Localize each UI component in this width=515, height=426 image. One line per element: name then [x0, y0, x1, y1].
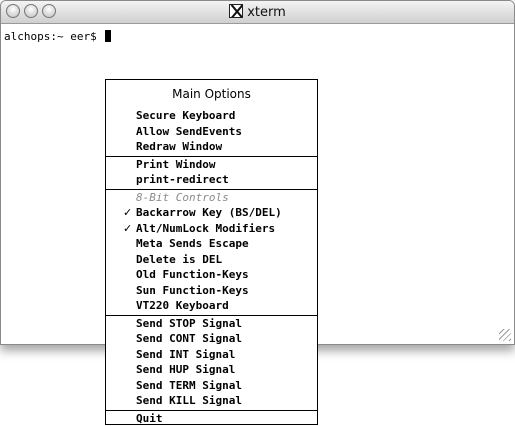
menu-item-label: 8-Bit Controls — [136, 191, 229, 204]
menu-item-send-term-signal[interactable]: Send TERM Signal — [106, 378, 317, 394]
menu-item-label: Sun Function-Keys — [136, 284, 249, 297]
menu-item-label: Old Function-Keys — [136, 268, 249, 281]
menu-item-delete-is-del[interactable]: Delete is DEL — [106, 252, 317, 268]
menu-item-backarrow-key-bs-del[interactable]: ✓ Backarrow Key (BS/DEL) — [106, 205, 317, 221]
menu-item-label: VT220 Keyboard — [136, 299, 229, 312]
menu-title: Main Options — [106, 80, 317, 108]
menu-item-label: Send TERM Signal — [136, 379, 242, 392]
menu-item-send-cont-signal[interactable]: Send CONT Signal — [106, 331, 317, 347]
menu-item-label: Send STOP Signal — [136, 317, 242, 330]
main-options-menu: Main Options Secure Keyboard Allow SendEv… — [105, 79, 318, 425]
menu-items: Secure Keyboard Allow SendEvents Redraw Wi… — [106, 108, 317, 426]
menu-item-secure-keyboard[interactable]: Secure Keyboard — [106, 108, 317, 124]
window-title-text: xterm — [247, 5, 286, 20]
menu-item-send-hup-signal[interactable]: Send HUP Signal — [106, 362, 317, 378]
menu-item-print-redirect[interactable]: print-redirect — [106, 172, 317, 188]
menu-item-send-stop-signal[interactable]: Send STOP Signal — [106, 316, 317, 332]
block-cursor — [105, 30, 111, 42]
menu-item-meta-sends-escape[interactable]: Meta Sends Escape — [106, 236, 317, 252]
menu-item-8-bit-controls: 8-Bit Controls — [106, 190, 317, 206]
menu-item-label: Send INT Signal — [136, 348, 235, 361]
menu-item-label: Print Window — [136, 158, 215, 171]
menu-item-label: Redraw Window — [136, 140, 222, 153]
menu-item-redraw-window[interactable]: Redraw Window — [106, 139, 317, 155]
menu-item-sun-function-keys[interactable]: Sun Function-Keys — [106, 283, 317, 299]
menu-item-vt220-keyboard[interactable]: VT220 Keyboard — [106, 298, 317, 314]
resize-grip-icon[interactable] — [499, 329, 511, 341]
menu-item-allow-sendevents[interactable]: Allow SendEvents — [106, 124, 317, 140]
menu-item-send-kill-signal[interactable]: Send KILL Signal — [106, 393, 317, 409]
menu-item-old-function-keys[interactable]: Old Function-Keys — [106, 267, 317, 283]
menu-item-label: print-redirect — [136, 173, 229, 186]
shell-prompt: alchops:~ eer$ — [4, 30, 97, 43]
title-bar[interactable]: xterm — [1, 1, 514, 24]
menu-item-label: Send KILL Signal — [136, 394, 242, 407]
shell-prompt-line: alchops:~ eer$ — [4, 30, 111, 43]
checkmark-icon: ✓ — [123, 205, 132, 221]
menu-item-label: Send HUP Signal — [136, 363, 235, 376]
menu-item-label: Send CONT Signal — [136, 332, 242, 345]
checkmark-icon: ✓ — [123, 221, 132, 237]
menu-item-label: Meta Sends Escape — [136, 237, 249, 250]
menu-item-label: Alt/NumLock Modifiers — [136, 222, 275, 235]
menu-item-send-int-signal[interactable]: Send INT Signal — [106, 347, 317, 363]
menu-item-label: Quit — [136, 412, 163, 425]
window-title: xterm — [1, 4, 514, 21]
menu-item-label: Delete is DEL — [136, 253, 222, 266]
menu-item-label: Secure Keyboard — [136, 109, 235, 122]
menu-item-alt-numlock-modifiers[interactable]: ✓ Alt/NumLock Modifiers — [106, 221, 317, 237]
menu-item-print-window[interactable]: Print Window — [106, 157, 317, 173]
menu-item-label: Allow SendEvents — [136, 125, 242, 138]
x11-logo-icon — [229, 4, 243, 18]
menu-item-label: Backarrow Key (BS/DEL) — [136, 206, 282, 219]
